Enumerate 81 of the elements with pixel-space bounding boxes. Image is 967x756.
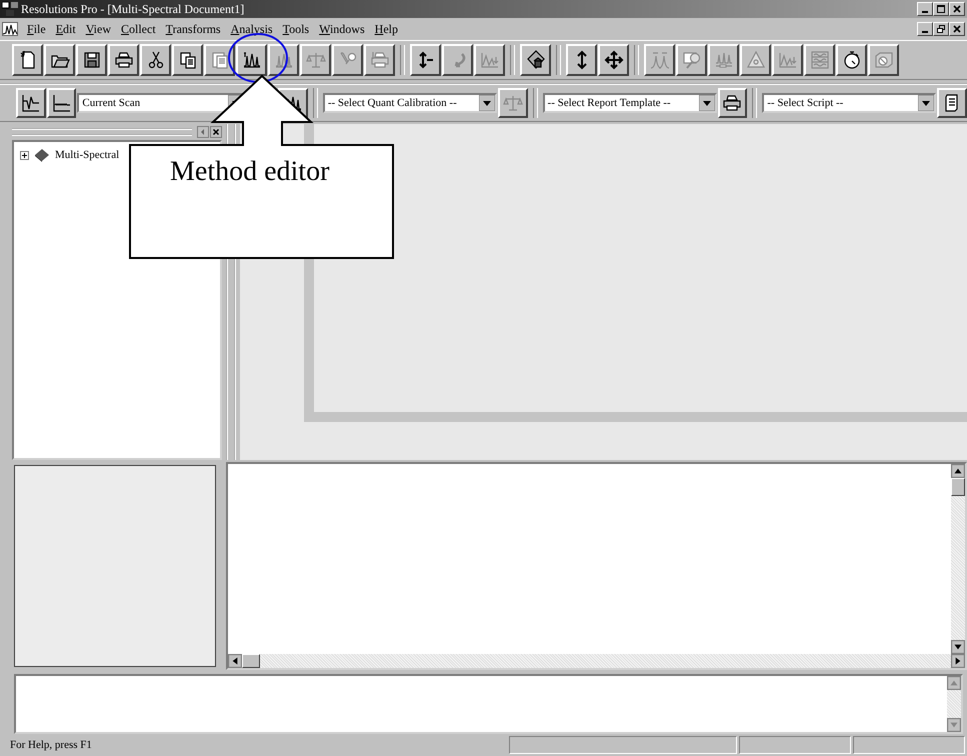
chart-icon <box>480 50 500 70</box>
menu-item[interactable]: Collect <box>116 20 161 38</box>
toolbar-button[interactable] <box>12 44 43 76</box>
move-icon <box>604 50 624 70</box>
toolbar-button[interactable] <box>108 44 139 76</box>
close-button[interactable] <box>210 126 222 138</box>
pages-icon <box>178 50 198 70</box>
dropdown[interactable]: -- Select Script -- <box>762 93 936 113</box>
menu-item[interactable]: Tools <box>278 20 314 38</box>
page-icon <box>18 50 38 70</box>
toolbar-button[interactable] <box>520 44 551 76</box>
menu-item[interactable]: Analysis <box>226 20 278 38</box>
toolbar-button[interactable] <box>16 88 46 118</box>
horizontal-scrollbar[interactable] <box>228 654 965 668</box>
callout-text: Method editor <box>170 156 330 188</box>
chart-icon <box>778 50 798 70</box>
toolbar-button[interactable] <box>836 44 867 76</box>
camera-icon <box>874 50 894 70</box>
close-icon <box>952 4 962 14</box>
toolbar-button[interactable] <box>140 44 171 76</box>
toolbar-button[interactable] <box>46 88 76 118</box>
toolbar-button[interactable] <box>598 44 629 76</box>
map-icon <box>526 50 546 70</box>
restore-icon <box>936 24 946 34</box>
scroll-up-icon[interactable] <box>951 464 965 478</box>
close-icon <box>952 24 962 34</box>
dropdown-arrow-icon[interactable] <box>918 95 934 111</box>
tree-item[interactable]: Multi-Spectral <box>55 149 120 161</box>
trace-icon <box>20 93 41 113</box>
scales-icon <box>306 50 326 70</box>
curves-icon <box>650 50 670 70</box>
document-icon[interactable] <box>2 22 18 36</box>
window-title: Resolutions Pro - [Multi-Spectral Document1] <box>21 2 244 16</box>
printer-icon <box>370 50 390 70</box>
maximize-icon <box>936 4 946 14</box>
dropdown-arrow-icon[interactable] <box>478 95 495 111</box>
scroll-thumb[interactable] <box>242 654 260 668</box>
magnifier-icon <box>682 50 702 70</box>
menu-item[interactable]: Transforms <box>160 20 226 38</box>
stopwatch-icon <box>842 50 862 70</box>
toolbar-button[interactable] <box>566 44 597 76</box>
grip-bar[interactable] <box>12 128 192 136</box>
printer-icon <box>114 50 134 70</box>
toolbar-button[interactable] <box>44 44 75 76</box>
toolbar-button[interactable] <box>410 44 441 76</box>
scroll-thumb[interactable] <box>951 478 965 496</box>
waves-icon <box>810 50 830 70</box>
minimize-button[interactable] <box>917 22 933 36</box>
peaks-icon <box>242 50 262 70</box>
scroll-left-icon[interactable] <box>228 654 242 668</box>
expander-icon[interactable] <box>20 150 29 160</box>
restore-button[interactable] <box>933 22 949 36</box>
baseline-icon <box>52 93 72 113</box>
toolbar-button[interactable] <box>76 44 107 76</box>
vertical-scrollbar[interactable] <box>951 464 965 654</box>
minimize-icon <box>922 31 928 33</box>
menu-item[interactable]: Edit <box>50 20 81 38</box>
peaks-icon <box>714 50 734 70</box>
toolbar-button[interactable] <box>718 88 748 118</box>
triangle-icon <box>746 50 766 70</box>
maximize-button[interactable] <box>933 2 949 16</box>
scroll-down-icon[interactable] <box>951 640 965 654</box>
scales-icon <box>502 93 523 113</box>
printer-icon <box>722 93 742 113</box>
app-icon <box>2 2 18 16</box>
toolbar-button[interactable] <box>172 44 203 76</box>
toolbar-button[interactable] <box>236 44 267 76</box>
menu-item[interactable]: Help <box>370 20 403 38</box>
toolbar-button[interactable] <box>937 88 967 118</box>
book-icon <box>34 148 50 162</box>
dropdown[interactable]: -- Select Report Template -- <box>542 93 717 113</box>
dropdown-arrow-icon[interactable] <box>698 95 715 111</box>
minimize-icon <box>922 11 928 13</box>
minimize-button[interactable] <box>917 2 933 16</box>
menu-item[interactable]: File <box>22 20 51 38</box>
menu-item[interactable]: Windows <box>314 20 370 38</box>
menu-item[interactable]: View <box>80 20 116 38</box>
scroll-right-icon[interactable] <box>951 654 965 668</box>
dropdown[interactable]: -- Select Quant Calibration -- <box>322 93 497 113</box>
status-text: For Help, press F1 <box>10 739 93 751</box>
pages-icon <box>210 50 230 70</box>
